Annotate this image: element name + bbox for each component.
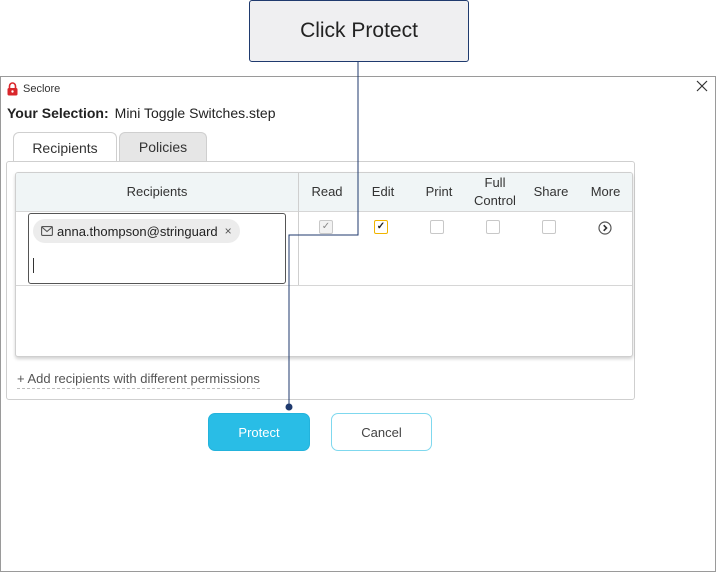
instruction-callout: Click Protect (249, 0, 469, 62)
header-full-control-line2: Control (474, 193, 516, 208)
callout-text: Click Protect (300, 19, 418, 42)
cancel-button[interactable]: Cancel (331, 413, 432, 451)
recipient-input[interactable] (35, 254, 279, 278)
header-more: More (590, 184, 621, 199)
header-read: Read (311, 184, 343, 199)
add-recipients-link[interactable]: + Add recipients with different permissi… (17, 371, 260, 389)
seclore-dialog: Seclore Your Selection: Mini Toggle Switc… (0, 76, 716, 572)
close-icon[interactable] (695, 79, 709, 93)
mail-icon (41, 226, 53, 236)
print-checkbox[interactable] (430, 220, 444, 234)
recipient-input-box[interactable]: anna.thompson@stringuard × (28, 213, 286, 284)
read-checkbox: ✓ (319, 220, 333, 234)
tab-recipients[interactable]: Recipients (13, 132, 117, 163)
recipient-chip[interactable]: anna.thompson@stringuard × (33, 219, 240, 243)
remove-recipient-icon[interactable]: × (225, 224, 232, 238)
header-share: Share (533, 184, 569, 199)
row-separator (16, 285, 632, 286)
header-edit: Edit (371, 184, 395, 199)
edit-checkbox[interactable]: ✓ (374, 220, 388, 234)
selection-file-name: Mini Toggle Switches.step (114, 105, 276, 121)
recipient-email: anna.thompson@stringuard (57, 223, 218, 239)
protect-button[interactable]: Protect (208, 413, 310, 451)
tab-policies[interactable]: Policies (119, 132, 207, 161)
text-caret (33, 258, 34, 273)
permissions-grid: Recipients Read Edit Print Full Control … (15, 172, 633, 357)
app-title: Seclore (23, 83, 61, 95)
header-print: Print (425, 184, 453, 199)
chevron-right-circle-icon[interactable] (598, 221, 612, 235)
recipients-panel: Recipients Read Edit Print Full Control … (6, 161, 635, 400)
header-recipients: Recipients (126, 184, 188, 199)
header-full-control: Full Control (467, 173, 523, 211)
header-full-control-line1: Full (484, 175, 506, 190)
share-checkbox[interactable] (542, 220, 556, 234)
selection-label: Your Selection: (7, 105, 109, 121)
full-control-checkbox[interactable] (486, 220, 500, 234)
selection-line: Your Selection: Mini Toggle Switches.step (7, 105, 275, 121)
title-bar: Seclore (7, 81, 60, 97)
lock-icon (7, 82, 18, 96)
